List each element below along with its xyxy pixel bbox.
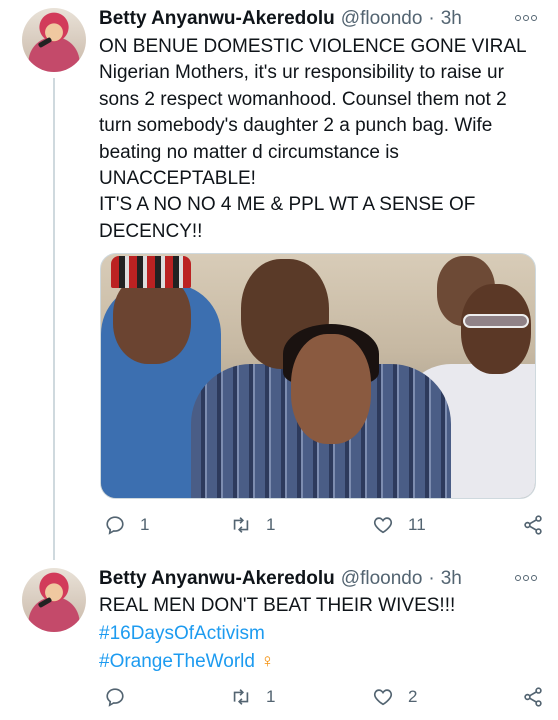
tweet-line: ON BENUE DOMESTIC VIOLENCE GONE VIRAL	[99, 36, 527, 57]
heart-icon	[373, 517, 393, 534]
tweet[interactable]: Betty Anyanwu-Akeredolu @floondo · 3h ON…	[0, 0, 558, 560]
retweet-count: 1	[266, 687, 276, 706]
reply-count: 1	[140, 515, 150, 534]
share-icon	[524, 515, 542, 535]
separator: ·	[428, 568, 435, 589]
tweet-header: Betty Anyanwu-Akeredolu @floondo · 3h	[99, 566, 538, 592]
author-handle[interactable]: @floondo	[341, 568, 423, 590]
tweet-line: IT'S A NO NO 4 ME & PPL WT A SENSE OF	[99, 194, 476, 216]
tweet-line: DECENCY!!	[99, 220, 203, 242]
tweet-photo[interactable]	[100, 253, 536, 499]
reply-icon	[106, 516, 124, 535]
tweet-line: beating no matter d circumstance is	[99, 141, 399, 163]
tweet-actions: 1 2	[100, 683, 544, 711]
like-count: 2	[408, 687, 418, 706]
separator: ·	[428, 8, 435, 29]
share-icon	[524, 687, 542, 707]
author-name[interactable]: Betty Anyanwu-Akeredolu	[99, 568, 335, 590]
tweet-actions: 1 1 11	[100, 511, 544, 539]
tweet-line: REAL MEN DON'T BEAT THEIR WIVES!!!	[99, 595, 456, 616]
author-handle[interactable]: @floondo	[341, 8, 423, 30]
share-button[interactable]	[522, 514, 544, 536]
like-button[interactable]: 11	[372, 514, 426, 536]
retweet-count: 1	[266, 515, 276, 534]
microphone-icon	[37, 36, 53, 49]
avatar[interactable]	[22, 8, 86, 72]
retweet-button[interactable]: 1	[230, 514, 275, 536]
author-name[interactable]: Betty Anyanwu-Akeredolu	[99, 8, 335, 30]
tweet[interactable]: Betty Anyanwu-Akeredolu @floondo · 3h RE…	[0, 560, 558, 720]
tweet-header: Betty Anyanwu-Akeredolu @floondo · 3h	[99, 6, 538, 32]
retweet-button[interactable]: 1	[230, 686, 275, 708]
timestamp[interactable]: 3h	[441, 568, 462, 590]
tweet-line: sons 2 respect womanhood. Counsel them n…	[99, 88, 507, 110]
tweet-line: turn somebody's daughter 2 a punch bag. …	[99, 115, 493, 137]
reply-icon	[106, 688, 124, 707]
like-button[interactable]: 2	[372, 686, 417, 708]
tweet-text: REAL MEN DON'T BEAT THEIR WIVES!!! #16Da…	[99, 592, 542, 676]
timestamp[interactable]: 3h	[441, 8, 462, 30]
thread-line	[53, 78, 55, 560]
tweet-line: UNACCEPTABLE!	[99, 168, 256, 190]
like-count: 11	[408, 515, 426, 534]
tweet-text: ON BENUE DOMESTIC VIOLENCE GONE VIRAL Ni…	[99, 34, 542, 245]
hashtag-link[interactable]: #16DaysOfActivism	[99, 623, 265, 644]
reply-button[interactable]	[104, 686, 140, 708]
more-icon[interactable]	[514, 570, 538, 586]
share-button[interactable]	[522, 686, 544, 708]
reply-button[interactable]: 1	[104, 514, 149, 536]
female-sign-emoji: ♀	[260, 651, 275, 672]
retweet-icon	[233, 517, 249, 533]
tweet-line: Nigerian Mothers, it's ur responsibility…	[99, 62, 504, 84]
avatar[interactable]	[22, 568, 86, 632]
heart-icon	[373, 689, 393, 706]
retweet-icon	[233, 689, 249, 705]
microphone-icon	[37, 596, 53, 609]
more-icon[interactable]	[514, 10, 538, 26]
hashtag-link[interactable]: #OrangeTheWorld	[99, 651, 255, 672]
